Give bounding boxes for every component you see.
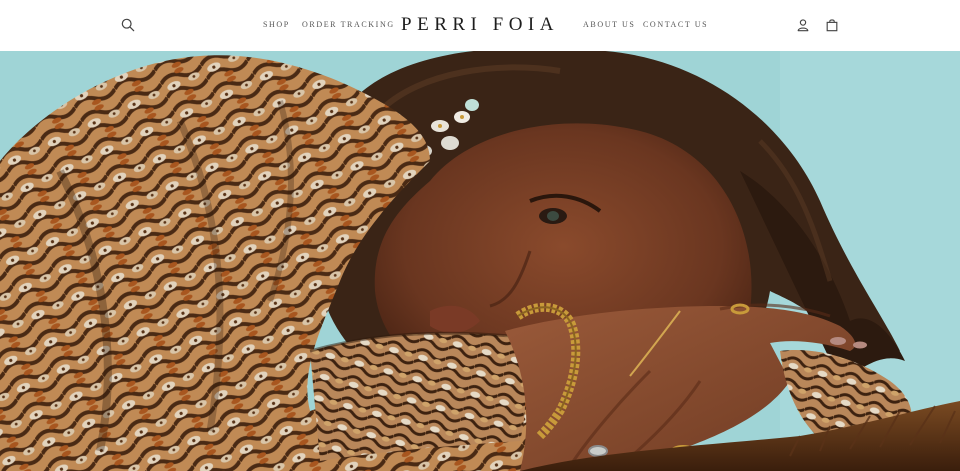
nav-link-about-us[interactable]: ABOUT US (583, 19, 635, 31)
nav-link-contact-us[interactable]: CONTACT US (643, 19, 708, 31)
page: SHOP ORDER TRACKING PERRI FOIA ABOUT US … (0, 0, 960, 471)
nav-link-order-tracking[interactable]: ORDER TRACKING (302, 19, 395, 31)
cart-button[interactable] (822, 15, 842, 35)
user-icon (797, 19, 809, 32)
nav-link-shop[interactable]: SHOP (263, 19, 290, 31)
site-header: SHOP ORDER TRACKING PERRI FOIA ABOUT US … (0, 0, 960, 51)
hero-image (0, 51, 960, 471)
brand-logo[interactable]: PERRI FOIA (384, 11, 576, 39)
hero-banner[interactable] (0, 51, 960, 471)
shopping-bag-icon (826, 19, 838, 32)
account-button[interactable] (793, 15, 813, 35)
search-button[interactable] (118, 15, 138, 35)
search-icon (121, 18, 135, 32)
